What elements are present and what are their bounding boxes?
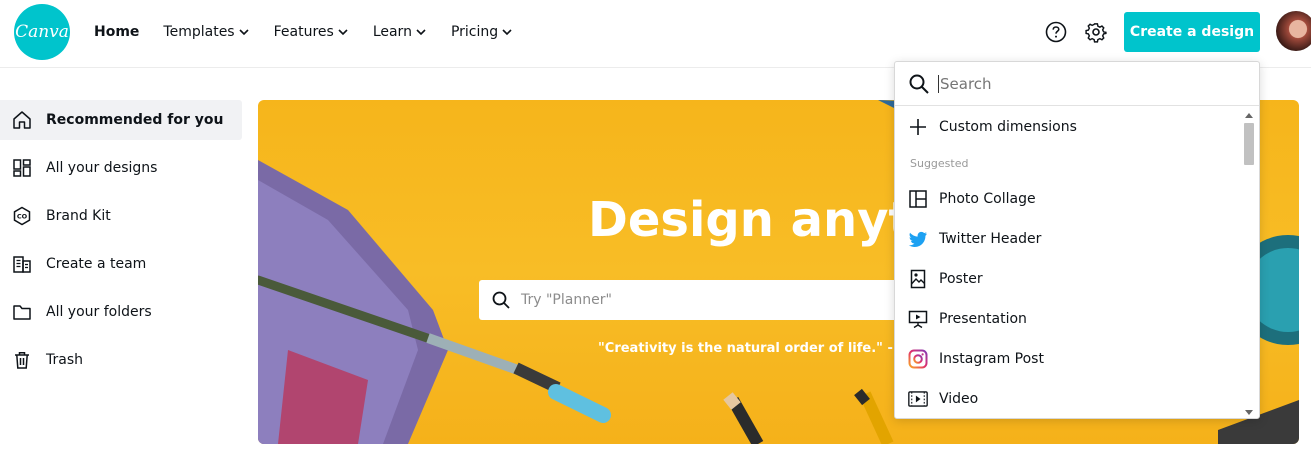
sidebar-item-label: All your folders — [46, 304, 152, 320]
nav-templates-label: Templates — [163, 24, 235, 40]
design-type-label: Twitter Header — [939, 231, 1042, 247]
design-type-label: Presentation — [939, 311, 1027, 327]
sidebar-item-label: Recommended for you — [46, 112, 224, 128]
instagram-icon — [908, 349, 928, 369]
design-type-instagram-post[interactable]: Instagram Post — [895, 339, 1243, 379]
poster-icon — [910, 269, 926, 289]
avatar[interactable] — [1276, 11, 1311, 51]
svg-text:CO: CO — [17, 213, 28, 221]
design-type-presentation[interactable]: Presentation — [895, 299, 1243, 339]
top-navbar: Canva Home Templates Features Learn Pric… — [0, 0, 1311, 68]
canva-logo[interactable]: Canva — [14, 4, 70, 60]
nav-learn[interactable]: Learn — [373, 22, 427, 42]
design-type-label: Poster — [939, 271, 983, 287]
nav-templates[interactable]: Templates — [163, 22, 249, 42]
design-type-twitter-header[interactable]: Twitter Header — [895, 219, 1243, 259]
chevron-down-icon — [416, 29, 426, 36]
nav-learn-label: Learn — [372, 24, 412, 40]
scroll-up-arrow-icon[interactable] — [1245, 113, 1253, 118]
design-type-poster[interactable]: Poster — [895, 259, 1243, 299]
chevron-down-icon — [502, 29, 512, 36]
question-circle-icon[interactable] — [1045, 21, 1067, 43]
nav-pricing[interactable]: Pricing — [451, 22, 513, 42]
grid-icon — [13, 159, 31, 177]
custom-dimensions-item[interactable]: Custom dimensions — [895, 107, 1243, 147]
sidebar-item-trash[interactable]: Trash — [0, 340, 242, 380]
building-icon — [13, 256, 31, 273]
plus-icon — [910, 119, 926, 135]
nav-features[interactable]: Features — [274, 22, 349, 42]
search-icon — [909, 74, 929, 94]
dropdown-list: Custom dimensions Suggested Photo Collag… — [895, 107, 1243, 418]
trash-icon — [15, 352, 29, 369]
video-icon — [908, 391, 928, 407]
chevron-down-icon — [239, 29, 249, 36]
design-type-label: Instagram Post — [939, 351, 1044, 367]
suggested-heading: Suggested — [910, 156, 969, 170]
dropdown-search-input[interactable] — [938, 74, 1218, 93]
folder-icon — [13, 305, 31, 320]
collage-icon — [909, 190, 927, 208]
sidebar-item-label: Create a team — [46, 256, 147, 272]
sidebar-item-label: Brand Kit — [46, 208, 111, 224]
nav-home-label: Home — [94, 24, 140, 40]
design-type-label: Video — [939, 391, 979, 407]
chevron-down-icon — [338, 29, 348, 36]
presentation-icon — [908, 310, 928, 329]
hero-search-input[interactable]: Try "Planner" — [479, 280, 899, 320]
sidebar-item-create-team[interactable]: Create a team — [0, 244, 242, 284]
hero-search-placeholder: Try "Planner" — [521, 292, 612, 308]
sidebar-item-all-designs[interactable]: All your designs — [0, 148, 242, 188]
brand-kit-icon: CO — [13, 206, 31, 226]
design-type-video[interactable]: Video — [895, 379, 1243, 418]
design-type-photo-collage[interactable]: Photo Collage — [895, 179, 1243, 219]
sidebar-item-label: All your designs — [46, 160, 158, 176]
scrollbar-thumb[interactable] — [1244, 123, 1254, 165]
custom-dimensions-label: Custom dimensions — [939, 119, 1077, 135]
sidebar-item-label: Trash — [46, 352, 83, 368]
twitter-icon — [908, 231, 927, 247]
scroll-down-arrow-icon[interactable] — [1245, 410, 1253, 415]
gear-icon[interactable] — [1085, 21, 1107, 43]
dropdown-scrollbar[interactable] — [1243, 111, 1255, 417]
design-type-label: Photo Collage — [939, 191, 1036, 207]
sidebar: Recommended for you All your designs CO … — [0, 100, 242, 388]
sidebar-item-recommended[interactable]: Recommended for you — [0, 100, 242, 140]
sidebar-item-folders[interactable]: All your folders — [0, 292, 242, 332]
nav-features-label: Features — [273, 24, 334, 40]
nav-pricing-label: Pricing — [450, 24, 499, 40]
hero-quote: "Creativity is the natural order of life… — [598, 341, 944, 356]
nav-home[interactable]: Home — [94, 22, 139, 42]
create-design-button[interactable]: Create a design — [1124, 12, 1260, 52]
sidebar-item-brand-kit[interactable]: CO Brand Kit — [0, 196, 242, 236]
main-nav: Home Templates Features Learn Pricing — [94, 22, 537, 42]
search-icon — [492, 291, 510, 309]
dropdown-search — [895, 62, 1259, 106]
create-design-dropdown: Custom dimensions Suggested Photo Collag… — [894, 61, 1260, 419]
home-icon — [13, 111, 31, 129]
